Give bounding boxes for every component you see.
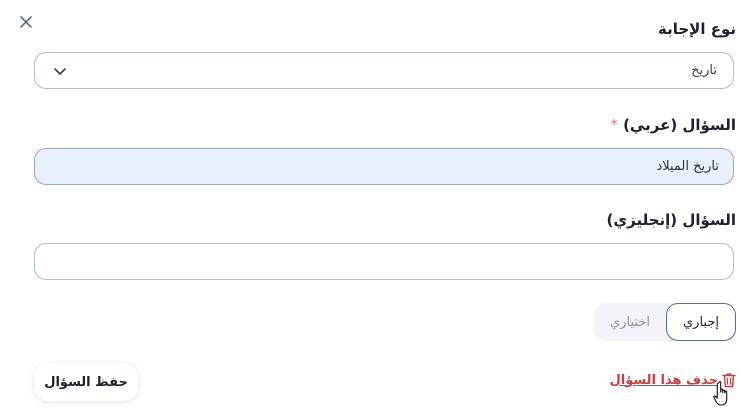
question-arabic-field[interactable] — [34, 148, 734, 185]
delete-question-label: حذف هذا السؤال — [609, 372, 718, 388]
toggle-optional[interactable]: اختياري — [594, 303, 666, 341]
answer-type-select[interactable]: تاريخ — [34, 52, 734, 89]
toggle-required[interactable]: إجباري — [666, 303, 736, 341]
question-arabic-label-row: السؤال (عربي) * — [611, 116, 736, 134]
hand-cursor-icon — [713, 381, 728, 406]
requirement-toggle: إجباري اختياري — [594, 303, 736, 341]
question-english-label: السؤال (إنجليزي) — [606, 211, 736, 229]
close-icon — [20, 16, 32, 28]
question-english-field[interactable] — [34, 243, 734, 280]
question-arabic-input[interactable] — [35, 149, 733, 184]
answer-type-label: نوع الإجابة — [658, 20, 736, 38]
close-button[interactable] — [16, 12, 36, 32]
chevron-down-icon — [54, 68, 66, 75]
question-arabic-label: السؤال (عربي) — [623, 116, 736, 134]
required-asterisk: * — [611, 117, 618, 131]
question-english-input[interactable] — [35, 244, 733, 279]
answer-type-selected-value: تاريخ — [691, 63, 717, 78]
save-question-button[interactable]: حفظ السؤال — [34, 363, 138, 401]
question-editor-panel: نوع الإجابة تاريخ السؤال (عربي) * السؤال … — [0, 0, 752, 419]
